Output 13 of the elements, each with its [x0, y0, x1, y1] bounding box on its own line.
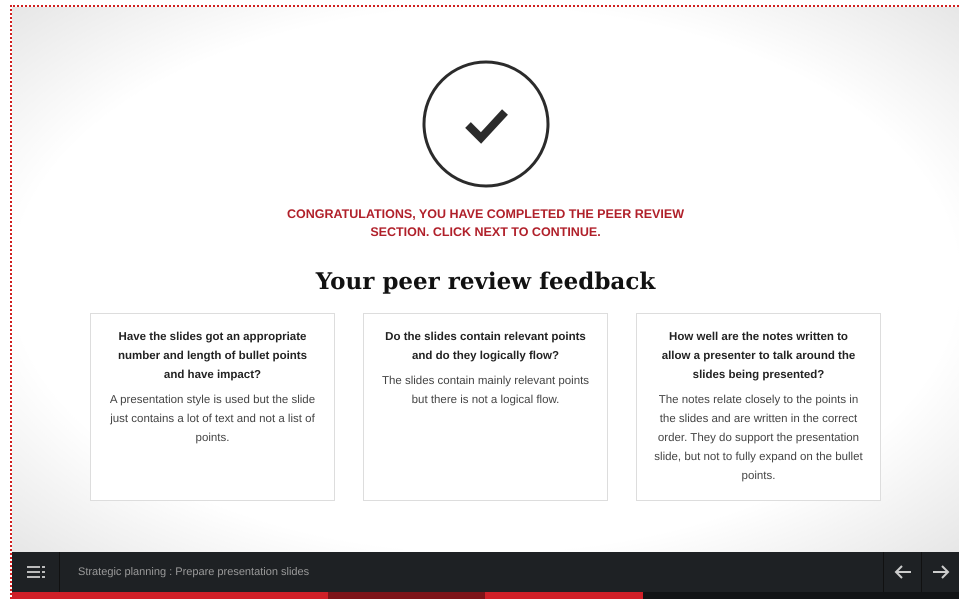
- card-answer: The slides contain mainly relevant points but there is not a logical flow.: [381, 374, 590, 408]
- right-arrow-icon: [932, 564, 950, 580]
- completion-message: CONGRATULATIONS, YOU HAVE COMPLETED THE PEER REVIEW SECTION. CLICK NEXT TO CONTINUE.: [286, 206, 685, 241]
- card-question: Have the slides got an appropriate number and length of bullet points and have impact?: [116, 330, 308, 383]
- feedback-heading: Your peer review feedback: [316, 268, 656, 295]
- menu-icon: [26, 566, 44, 578]
- card-answer: The notes relate closely to the points in the slides and are written in the correct order. They do support the presentation slide, but not to fully expand on the bullet points.: [654, 393, 863, 484]
- card-question: Do the slides contain relevant points and do they logically flow?: [384, 330, 587, 364]
- checkmark-icon: [420, 59, 550, 189]
- card-answer: A presentation style is used but the slide just contains a lot of text and not a list of points.: [108, 393, 316, 446]
- card-question: How well are the notes written to allow a presenter to talk around the slides being presented?: [660, 330, 856, 383]
- left-arrow-icon: [894, 564, 912, 580]
- course-title: Strategic planning : Prepare presentation slides: [77, 566, 310, 578]
